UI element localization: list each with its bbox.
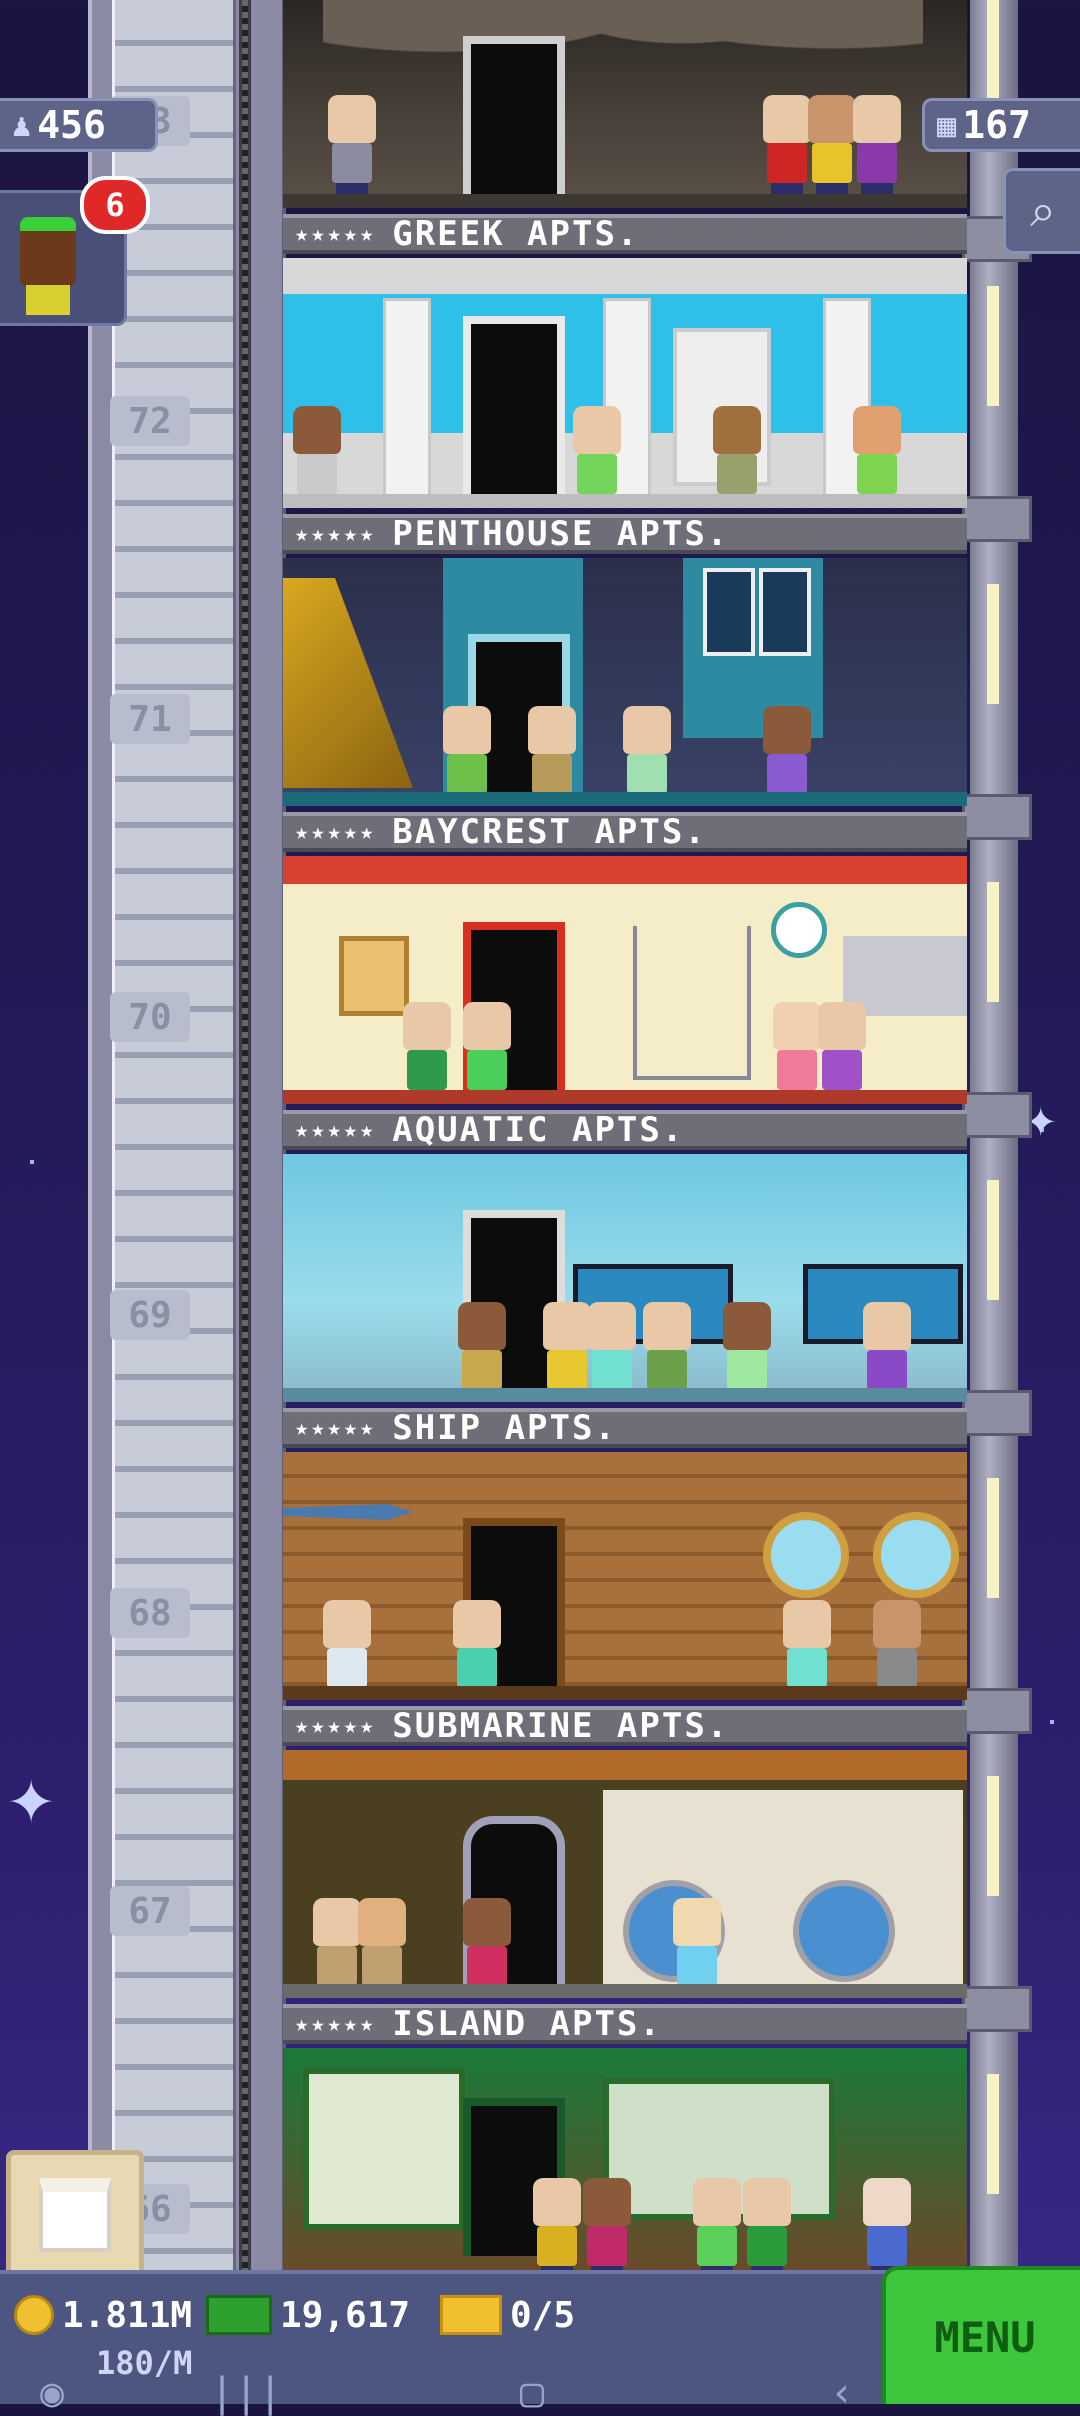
floor-island[interactable] bbox=[283, 2048, 967, 2270]
rating-stars: ★★★★★ bbox=[295, 521, 377, 547]
floor-label-ship[interactable]: ★★★★★ SHIP APTS. bbox=[283, 1408, 967, 1448]
floor-baycrest[interactable] bbox=[283, 856, 967, 1104]
floor-label-island[interactable]: ★★★★★ ISLAND APTS. bbox=[283, 2004, 967, 2044]
nav-back-arrow-icon[interactable]: ‹ bbox=[830, 2370, 854, 2416]
floor-label-submarine[interactable]: ★★★★★ SUBMARINE APTS. bbox=[283, 1706, 967, 1746]
tickets-display[interactable]: 0/5 bbox=[440, 2290, 575, 2340]
notification-badge: 6 bbox=[80, 176, 150, 234]
income-rate: 180/M bbox=[96, 2344, 193, 2382]
rating-stars: ★★★★★ bbox=[295, 819, 377, 845]
floor-name: BAYCREST APTS. bbox=[392, 812, 707, 852]
nav-back-icon[interactable]: ◉ bbox=[40, 2370, 64, 2416]
floor-name: GREEK APTS. bbox=[392, 214, 640, 254]
rating-stars: ★★★★★ bbox=[295, 1117, 377, 1143]
coin-icon bbox=[14, 2295, 54, 2335]
population-count: 456 bbox=[37, 103, 106, 147]
rating-stars: ★★★★★ bbox=[295, 1713, 377, 1739]
floor-name: PENTHOUSE APTS. bbox=[392, 514, 730, 554]
floor-name: AQUATIC APTS. bbox=[392, 1110, 685, 1150]
search-button[interactable]: ⌕ bbox=[1003, 168, 1080, 254]
search-icon: ⌕ bbox=[1030, 183, 1056, 237]
floor-label-greek[interactable]: ★★★★★ GREEK APTS. bbox=[283, 214, 967, 254]
floors-badge[interactable]: ▦ 167 bbox=[922, 98, 1080, 152]
floor-penthouse[interactable] bbox=[283, 558, 967, 806]
bux-icon bbox=[206, 2295, 272, 2335]
floors-count: 167 bbox=[962, 103, 1031, 147]
bux-value: 19,617 bbox=[280, 2294, 411, 2336]
population-badge[interactable]: ♟ 456 bbox=[0, 98, 158, 152]
coins-display[interactable]: 1.811M bbox=[14, 2290, 192, 2340]
floor-name: ISLAND APTS. bbox=[392, 2004, 662, 2044]
floor-number-69: 69 bbox=[110, 1290, 190, 1340]
clock-icon bbox=[771, 902, 827, 958]
bux-display[interactable]: 19,617 bbox=[206, 2290, 410, 2340]
floor-submarine[interactable] bbox=[283, 1750, 967, 1998]
person-icon: ♟ bbox=[12, 106, 32, 144]
floor-label-aquatic[interactable]: ★★★★★ AQUATIC APTS. bbox=[283, 1110, 967, 1150]
floor-label-baycrest[interactable]: ★★★★★ BAYCREST APTS. bbox=[283, 812, 967, 852]
coins-value: 1.811M bbox=[62, 2294, 193, 2336]
floor-name: SHIP APTS. bbox=[392, 1408, 617, 1448]
tickets-value: 0/5 bbox=[510, 2294, 576, 2336]
rating-stars: ★★★★★ bbox=[295, 221, 377, 247]
sparkle-icon: ✦ bbox=[6, 1768, 57, 1838]
nav-home-icon[interactable]: ▢ bbox=[520, 2370, 544, 2416]
nav-recents-icon[interactable]: ||| bbox=[210, 2370, 282, 2416]
floor-number-67: 67 bbox=[110, 1886, 190, 1936]
menu-button[interactable]: MENU bbox=[882, 2266, 1080, 2404]
crate-icon bbox=[39, 2178, 111, 2252]
floor-aquatic[interactable] bbox=[283, 1154, 967, 1402]
building-icon: ▦ bbox=[937, 106, 957, 144]
floor-name: SUBMARINE APTS. bbox=[392, 1706, 730, 1746]
floor-number-72: 72 bbox=[110, 396, 190, 446]
rating-stars: ★★★★★ bbox=[295, 2011, 377, 2037]
floor-label-penthouse[interactable]: ★★★★★ PENTHOUSE APTS. bbox=[283, 514, 967, 554]
floor-number-68: 68 bbox=[110, 1588, 190, 1638]
elevator-cable bbox=[239, 0, 251, 2270]
ticket-icon bbox=[440, 2295, 502, 2335]
floor-cave[interactable] bbox=[283, 0, 967, 208]
rating-stars: ★★★★★ bbox=[295, 1415, 377, 1441]
floor-number-71: 71 bbox=[110, 694, 190, 744]
visitor-avatar bbox=[20, 217, 76, 287]
crate-button[interactable] bbox=[6, 2150, 144, 2280]
floor-number-70: 70 bbox=[110, 992, 190, 1042]
floor-ship[interactable] bbox=[283, 1452, 967, 1700]
floor-greek[interactable] bbox=[283, 258, 967, 508]
